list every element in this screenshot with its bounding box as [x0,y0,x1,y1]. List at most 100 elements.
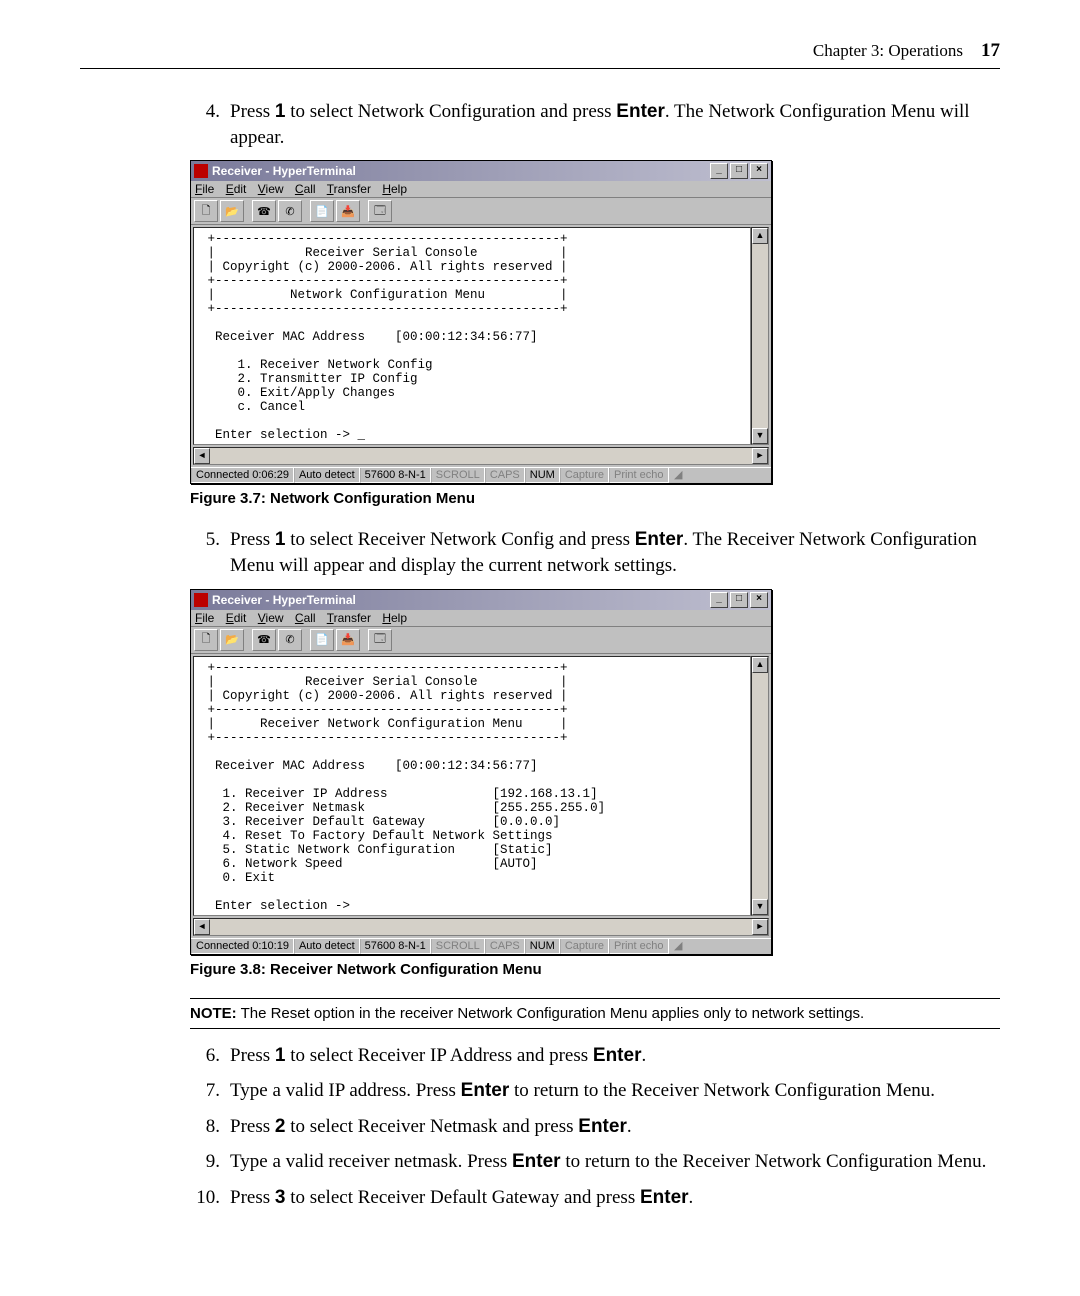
step-7: 7. Type a valid IP address. Press Enter … [190,1078,1000,1104]
menubar[interactable]: File Edit View Call Transfer Help [191,181,771,198]
menu-edit[interactable]: Edit [226,182,247,196]
menu-help[interactable]: Help [382,611,407,625]
menubar[interactable]: File Edit View Call Transfer Help [191,610,771,627]
menu-view[interactable]: View [258,611,284,625]
tb-connect-icon[interactable]: ☎ [252,629,276,651]
vertical-scrollbar[interactable] [751,227,769,445]
step-number: 10. [190,1185,220,1211]
step-8: 8. Press 2 to select Receiver Netmask an… [190,1114,1000,1140]
close-button[interactable]: × [750,163,768,179]
maximize-button[interactable]: □ [730,163,748,179]
close-button[interactable]: × [750,592,768,608]
status-caps: CAPS [485,468,525,483]
menu-transfer[interactable]: Transfer [327,182,371,196]
tb-open-icon[interactable]: 📂 [220,629,244,651]
tb-send-icon[interactable]: 📄 [310,200,334,222]
titlebar[interactable]: Receiver - HyperTerminal _ □ × [191,590,771,610]
menu-transfer[interactable]: Transfer [327,611,371,625]
toolbar: 🗋 📂 ☎ ✆ 📄 📥 🗔 [191,627,771,654]
resize-grip-icon[interactable]: ◢ [669,468,685,483]
step-9: 9. Type a valid receiver netmask. Press … [190,1149,1000,1175]
terminal-output[interactable]: +---------------------------------------… [193,227,751,445]
minimize-button[interactable]: _ [710,592,728,608]
tb-connect-icon[interactable]: ☎ [252,200,276,222]
tb-new-icon[interactable]: 🗋 [194,629,218,651]
scroll-up-icon[interactable] [752,228,768,244]
scroll-down-icon[interactable] [752,899,768,915]
step-10: 10. Press 3 to select Receiver Default G… [190,1185,1000,1211]
menu-edit[interactable]: Edit [226,611,247,625]
note-text: The Reset option in the receiver Network… [237,1005,865,1022]
step-text: Press 2 to select Receiver Netmask and p… [230,1114,1000,1140]
scroll-left-icon[interactable] [194,448,210,464]
step-number: 5. [190,527,220,578]
status-caps: CAPS [485,939,525,954]
horizontal-scrollbar[interactable] [193,447,769,465]
step-5: 5. Press 1 to select Receiver Network Co… [190,527,1000,578]
minimize-button[interactable]: _ [710,163,728,179]
figure-caption-3-7: Figure 3.7: Network Configuration Menu [190,490,1000,507]
step-number: 4. [190,99,220,150]
terminal-output[interactable]: +---------------------------------------… [193,656,751,916]
step-number: 7. [190,1078,220,1104]
scroll-right-icon[interactable] [752,919,768,935]
statusbar: Connected 0:06:29 Auto detect 57600 8-N-… [191,467,771,483]
menu-view[interactable]: View [258,182,284,196]
status-echo: Print echo [609,939,669,954]
titlebar[interactable]: Receiver - HyperTerminal _ □ × [191,161,771,181]
status-detect: Auto detect [294,939,360,954]
step-6: 6. Press 1 to select Receiver IP Address… [190,1043,1000,1069]
status-num: NUM [525,468,560,483]
status-scroll: SCROLL [431,939,485,954]
app-icon [194,593,208,607]
status-capture: Capture [560,468,609,483]
status-detect: Auto detect [294,468,360,483]
hyperterminal-window-1: Receiver - HyperTerminal _ □ × File Edit… [190,160,772,484]
toolbar: 🗋 📂 ☎ ✆ 📄 📥 🗔 [191,198,771,225]
status-echo: Print echo [609,468,669,483]
menu-help[interactable]: Help [382,182,407,196]
step-number: 9. [190,1149,220,1175]
window-title: Receiver - HyperTerminal [212,593,356,607]
step-text: Type a valid IP address. Press Enter to … [230,1078,1000,1104]
hyperterminal-window-2: Receiver - HyperTerminal _ □ × File Edit… [190,589,772,955]
resize-grip-icon[interactable]: ◢ [669,939,685,954]
tb-receive-icon[interactable]: 📥 [336,200,360,222]
page-header: Chapter 3: Operations 17 [80,40,1000,69]
scroll-down-icon[interactable] [752,428,768,444]
status-num: NUM [525,939,560,954]
vertical-scrollbar[interactable] [751,656,769,916]
horizontal-scrollbar[interactable] [193,918,769,936]
tb-receive-icon[interactable]: 📥 [336,629,360,651]
scroll-up-icon[interactable] [752,657,768,673]
tb-disconnect-icon[interactable]: ✆ [278,629,302,651]
scroll-right-icon[interactable] [752,448,768,464]
menu-call[interactable]: Call [295,182,316,196]
step-text: Press 1 to select Receiver IP Address an… [230,1043,1000,1069]
statusbar: Connected 0:10:19 Auto detect 57600 8-N-… [191,938,771,954]
step-number: 8. [190,1114,220,1140]
maximize-button[interactable]: □ [730,592,748,608]
scroll-left-icon[interactable] [194,919,210,935]
tb-properties-icon[interactable]: 🗔 [368,200,392,222]
menu-file[interactable]: File [195,611,214,625]
tb-new-icon[interactable]: 🗋 [194,200,218,222]
status-connected: Connected 0:10:19 [191,939,294,954]
step-text: Press 1 to select Receiver Network Confi… [230,527,1000,578]
note-box: NOTE: The Reset option in the receiver N… [190,999,1000,1029]
tb-disconnect-icon[interactable]: ✆ [278,200,302,222]
status-capture: Capture [560,939,609,954]
status-scroll: SCROLL [431,468,485,483]
step-4: 4. Press 1 to select Network Configurati… [190,99,1000,150]
menu-file[interactable]: File [195,182,214,196]
window-title: Receiver - HyperTerminal [212,164,356,178]
tb-send-icon[interactable]: 📄 [310,629,334,651]
tb-open-icon[interactable]: 📂 [220,200,244,222]
tb-properties-icon[interactable]: 🗔 [368,629,392,651]
step-text: Press 3 to select Receiver Default Gatew… [230,1185,1000,1211]
page-number: 17 [981,40,1000,62]
step-text: Type a valid receiver netmask. Press Ent… [230,1149,1000,1175]
menu-call[interactable]: Call [295,611,316,625]
step-number: 6. [190,1043,220,1069]
step-text: Press 1 to select Network Configuration … [230,99,1000,150]
